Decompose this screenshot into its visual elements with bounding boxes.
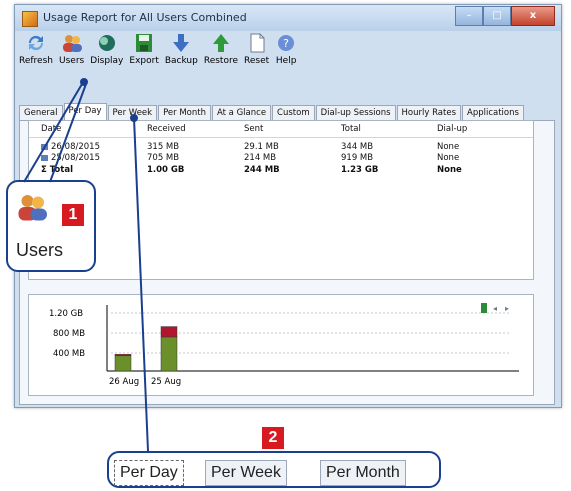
app-icon	[22, 11, 38, 27]
svg-text:?: ?	[283, 37, 289, 50]
x-tick-label: 25 Aug	[151, 377, 181, 387]
users-button[interactable]: Users	[59, 33, 84, 77]
scroll-left-icon[interactable]: ◂	[493, 304, 497, 313]
tab-per-month[interactable]: Per Month	[158, 105, 211, 121]
backup-label: Backup	[164, 56, 198, 66]
y-tick-label: 800 MB	[53, 329, 85, 339]
usage-table: Date Received Sent Total Dial-up 26/08/2…	[28, 120, 534, 280]
tab-applications[interactable]: Applications	[462, 105, 524, 121]
restore-label: Restore	[203, 56, 239, 66]
tab-per-week[interactable]: Per Week	[107, 105, 158, 121]
tab-per-week[interactable]: Per Week	[205, 460, 287, 486]
callout-users: 1 Users	[6, 180, 96, 272]
usage-chart: 1.20 GB 800 MB 400 MB 26 Aug 25 Aug ◂ ▸	[28, 294, 534, 396]
tab-custom[interactable]: Custom	[272, 105, 315, 121]
reset-label: Reset	[244, 56, 270, 66]
bar-25-aug-series-0	[160, 336, 178, 372]
tab-at-a-glance[interactable]: At a Glance	[211, 105, 272, 121]
blank-page-icon	[250, 33, 265, 53]
callout-users-label: Users	[16, 240, 64, 260]
window-title: Usage Report for All Users Combined	[43, 11, 247, 24]
bar-26-aug-series-0	[114, 355, 132, 372]
reset-button[interactable]: Reset	[244, 33, 269, 77]
header-date[interactable]: Date	[41, 124, 61, 134]
header-dialup[interactable]: Dial-up	[437, 124, 467, 134]
refresh-button[interactable]: Refresh	[19, 33, 53, 77]
display-label: Display	[90, 56, 124, 66]
header-received[interactable]: Received	[147, 124, 186, 134]
refresh-label: Refresh	[19, 56, 53, 66]
display-button[interactable]: Display	[90, 33, 123, 77]
users-icon	[18, 195, 47, 221]
users-label: Users	[59, 56, 85, 66]
calendar-icon	[41, 154, 48, 161]
x-tick-label: 26 Aug	[109, 377, 139, 387]
legend-marker	[481, 303, 487, 313]
step-number-badge: 1	[62, 204, 84, 226]
users-icon	[62, 35, 82, 52]
bar-25-aug-series-1	[160, 326, 178, 338]
usage-chart-svg: 1.20 GB 800 MB 400 MB 26 Aug 25 Aug ◂ ▸	[49, 303, 519, 387]
header-total[interactable]: Total	[341, 124, 361, 134]
help-label: Help	[275, 56, 297, 66]
tab-general[interactable]: General	[19, 105, 63, 121]
tab-per-month[interactable]: Per Month	[320, 460, 406, 486]
y-tick-label: 400 MB	[53, 349, 85, 359]
minimize-button[interactable]: –	[455, 6, 483, 26]
maximize-button[interactable]: □	[483, 6, 511, 26]
tab-strip: General Per Day Per Week Per Month At a …	[19, 103, 525, 121]
table-header: Date Received Sent Total Dial-up	[29, 121, 533, 138]
tab-per-day[interactable]: Per Day	[63, 103, 107, 121]
bar-26-aug-series-1	[114, 354, 132, 357]
help-button[interactable]: ? Help	[275, 33, 297, 77]
toolbar: Refresh Users Display Export Backup Rest…	[19, 33, 303, 77]
up-arrow-icon	[212, 34, 229, 52]
title-bar: Usage Report for All Users Combined – □ …	[15, 5, 561, 31]
export-button[interactable]: Export	[129, 33, 159, 77]
callout-tabs: Per Day Per Week Per Month	[107, 451, 441, 488]
help-icon: ?	[278, 35, 295, 51]
backup-button[interactable]: Backup	[165, 33, 198, 77]
tab-hourly-rates[interactable]: Hourly Rates	[396, 105, 462, 121]
close-button[interactable]: x	[511, 6, 555, 26]
tab-dialup-sessions[interactable]: Dial-up Sessions	[315, 105, 396, 121]
sum-icon: Σ	[41, 165, 50, 175]
down-arrow-icon	[173, 34, 190, 52]
restore-button[interactable]: Restore	[204, 33, 238, 77]
export-label: Export	[129, 56, 159, 66]
calendar-icon	[41, 143, 48, 150]
step-number-badge: 2	[262, 427, 284, 449]
y-tick-label: 1.20 GB	[49, 309, 83, 319]
refresh-icon	[28, 35, 44, 51]
tab-per-day[interactable]: Per Day	[114, 460, 184, 486]
display-icon	[98, 35, 115, 51]
header-sent[interactable]: Sent	[244, 124, 263, 134]
save-icon	[136, 34, 153, 52]
scroll-right-icon[interactable]: ▸	[505, 304, 509, 313]
